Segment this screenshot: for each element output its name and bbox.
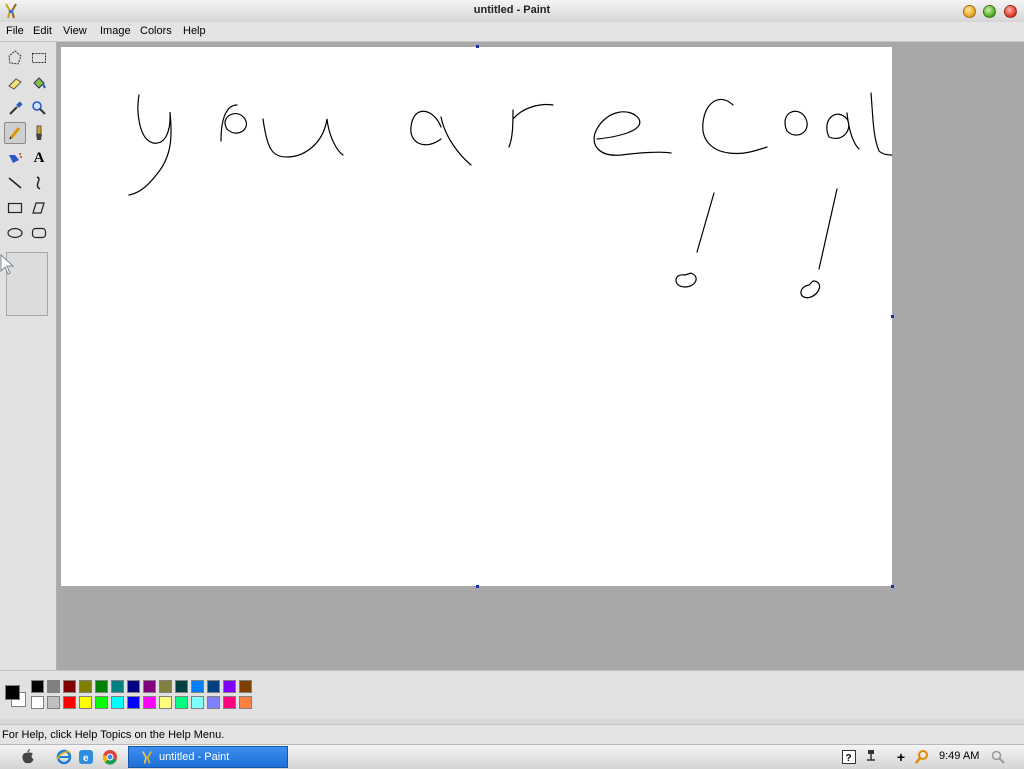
tray-plus-icon[interactable]: +	[893, 749, 909, 765]
paint-task-icon	[141, 751, 153, 764]
curve-icon[interactable]	[28, 172, 50, 194]
toolbox: A	[0, 42, 57, 670]
taskbar-paint-label: untitled - Paint	[159, 751, 230, 763]
title-bar[interactable]: untitled - Paint	[0, 0, 1024, 23]
rectangle-select-icon[interactable]	[28, 47, 50, 69]
palette-swatch[interactable]	[175, 696, 188, 709]
spotlight-search-icon[interactable]	[990, 749, 1006, 765]
rounded-rectangle-icon[interactable]	[28, 222, 50, 244]
brush-icon[interactable]	[28, 122, 50, 144]
canvas-resize-handle-right[interactable]	[891, 315, 894, 318]
current-colors-indicator[interactable]	[3, 681, 27, 708]
palette-swatch[interactable]	[111, 680, 124, 693]
ie-alt-icon[interactable]: e	[78, 749, 94, 765]
color-picker-icon[interactable]	[4, 97, 26, 119]
palette-swatch[interactable]	[47, 680, 60, 693]
menu-bar: File Edit View Image Colors Help	[0, 22, 1024, 42]
foreground-color-swatch[interactable]	[5, 685, 20, 700]
apple-menu-icon[interactable]	[20, 749, 36, 765]
network-tray-icon[interactable]	[863, 749, 879, 765]
palette-swatch[interactable]	[79, 680, 92, 693]
polygon-icon[interactable]	[28, 197, 50, 219]
canvas-resize-handle-corner[interactable]	[891, 585, 894, 588]
palette-swatch[interactable]	[143, 696, 156, 709]
text-tool-icon[interactable]: A	[28, 147, 50, 169]
menu-help[interactable]: Help	[183, 25, 206, 37]
svg-text:e: e	[83, 753, 89, 764]
tray-search-icon[interactable]	[914, 749, 930, 765]
color-palette	[0, 670, 1024, 719]
close-button[interactable]	[1004, 5, 1017, 18]
canvas-resize-handle-bottom[interactable]	[476, 585, 479, 588]
palette-swatch[interactable]	[63, 696, 76, 709]
palette-swatch[interactable]	[143, 680, 156, 693]
palette-swatch[interactable]	[47, 696, 60, 709]
palette-swatch[interactable]	[95, 680, 108, 693]
magnifier-icon[interactable]	[28, 97, 50, 119]
svg-text:?: ?	[846, 753, 852, 764]
palette-swatch[interactable]	[95, 696, 108, 709]
palette-swatch[interactable]	[223, 696, 236, 709]
chrome-icon[interactable]	[102, 749, 118, 765]
handwritten-drawing	[128, 92, 892, 299]
pencil-icon[interactable]	[4, 122, 26, 144]
palette-swatch[interactable]	[127, 680, 140, 693]
maximize-button[interactable]	[983, 5, 996, 18]
palette-swatch[interactable]	[159, 680, 172, 693]
drawing-canvas[interactable]	[61, 45, 894, 588]
workspace	[57, 42, 1024, 670]
palette-swatch[interactable]	[63, 680, 76, 693]
mouse-cursor-icon	[0, 254, 15, 275]
palette-swatch[interactable]	[223, 680, 236, 693]
palette-swatch[interactable]	[207, 696, 220, 709]
rectangle-icon[interactable]	[4, 197, 26, 219]
menu-image[interactable]: Image	[100, 25, 131, 37]
palette-swatch[interactable]	[159, 696, 172, 709]
status-bar: For Help, click Help Topics on the Help …	[0, 724, 1024, 745]
fill-bucket-icon[interactable]	[28, 72, 50, 94]
palette-swatch[interactable]	[191, 680, 204, 693]
menu-file[interactable]: File	[6, 25, 24, 37]
palette-swatch[interactable]	[31, 696, 44, 709]
palette-swatch[interactable]	[207, 680, 220, 693]
ellipse-icon[interactable]	[4, 222, 26, 244]
menu-view[interactable]: View	[63, 25, 87, 37]
window-title: untitled - Paint	[473, 4, 551, 16]
palette-swatch[interactable]	[127, 696, 140, 709]
ie-browser-icon[interactable]	[56, 749, 72, 765]
minimize-button[interactable]	[963, 5, 976, 18]
taskbar: e untitled - Paint ? + 9:49 AM	[0, 744, 1024, 769]
eraser-icon[interactable]	[4, 72, 26, 94]
palette-swatch[interactable]	[175, 680, 188, 693]
taskbar-paint-button[interactable]: untitled - Paint	[128, 746, 288, 768]
canvas-resize-handle-top[interactable]	[476, 45, 479, 48]
palette-swatch[interactable]	[239, 696, 252, 709]
clock: 9:49 AM	[939, 750, 980, 762]
palette-swatch[interactable]	[111, 696, 124, 709]
palette-swatch[interactable]	[239, 680, 252, 693]
palette-swatch[interactable]	[31, 680, 44, 693]
palette-swatch[interactable]	[191, 696, 204, 709]
airbrush-icon[interactable]	[4, 147, 26, 169]
free-form-select-icon[interactable]	[4, 47, 26, 69]
menu-colors[interactable]: Colors	[140, 25, 172, 37]
status-text: For Help, click Help Topics on the Help …	[2, 729, 225, 741]
help-tray-icon[interactable]: ?	[841, 749, 857, 765]
menu-edit[interactable]: Edit	[33, 25, 52, 37]
text-tool-glyph: A	[33, 149, 45, 166]
line-icon[interactable]	[4, 172, 26, 194]
palette-swatch[interactable]	[79, 696, 92, 709]
